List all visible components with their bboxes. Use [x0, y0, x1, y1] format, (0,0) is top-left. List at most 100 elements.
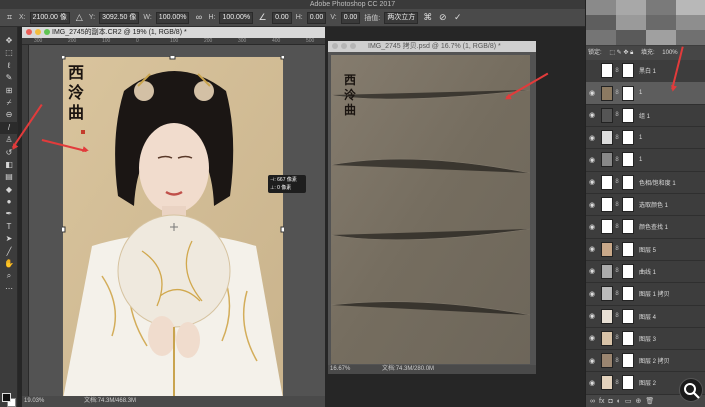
- quick-select-tool-icon[interactable]: ✎: [0, 72, 18, 84]
- x-field[interactable]: 2100.00 像: [29, 11, 70, 24]
- layer-mask-thumbnail[interactable]: [622, 286, 634, 302]
- eraser-tool-icon[interactable]: ◧: [0, 159, 18, 171]
- layer-mask-thumbnail[interactable]: [622, 85, 634, 101]
- mask-link-icon[interactable]: 8: [614, 68, 620, 74]
- layer-mask-thumbnail[interactable]: [622, 241, 634, 257]
- layer-thumbnail[interactable]: [601, 107, 613, 123]
- lock-icons[interactable]: ⬚ ✎ ✥ 🔒︎: [609, 50, 633, 56]
- layer-mask-thumbnail[interactable]: [622, 130, 634, 146]
- eye-icon[interactable]: ◉: [586, 357, 598, 365]
- mask-link-icon[interactable]: 8: [614, 157, 620, 163]
- layer-thumbnail[interactable]: [601, 263, 613, 279]
- layer-row[interactable]: ◉ 8 图层 2 拷贝: [586, 350, 705, 373]
- close-window-button[interactable]: [26, 29, 32, 35]
- document-window-1[interactable]: IMG_2745的副本.CR2 @ 19% (1, RGB/8) * 300 20…: [22, 27, 325, 407]
- layer-name[interactable]: 曲线 1: [639, 267, 656, 276]
- cancel-icon[interactable]: ⊘: [437, 12, 448, 23]
- h-field[interactable]: 100.00%: [219, 11, 254, 24]
- layer-row[interactable]: ◉ 8 组 1: [586, 105, 705, 128]
- layer-thumbnail[interactable]: [601, 219, 613, 235]
- layer-mask-thumbnail[interactable]: [622, 263, 634, 279]
- layer-name[interactable]: 1: [639, 135, 642, 141]
- minimize-window-button-2[interactable]: [341, 43, 347, 49]
- shape-tool-icon[interactable]: ╱: [0, 246, 18, 258]
- crop-tool-icon[interactable]: ⊞: [0, 85, 18, 97]
- y-field[interactable]: 3092.50 像: [99, 11, 140, 24]
- zoom-window-button[interactable]: [44, 29, 50, 35]
- layer-mask-thumbnail[interactable]: [622, 174, 634, 190]
- eye-icon[interactable]: ◉: [586, 201, 598, 209]
- blur-tool-icon[interactable]: ◆: [0, 184, 18, 196]
- layer-name[interactable]: 黑白 1: [639, 66, 656, 75]
- canvas-photo[interactable]: 西 泠 曲: [62, 56, 284, 404]
- layer-row[interactable]: ◉ 8 图层 5: [586, 238, 705, 261]
- layer-row[interactable]: ◉ 8 颜色查找 1: [586, 216, 705, 239]
- mask-link-icon[interactable]: 8: [614, 380, 620, 386]
- layer-mask-thumbnail[interactable]: [622, 375, 634, 391]
- minimize-window-button[interactable]: [35, 29, 41, 35]
- folder-icon[interactable]: ▭: [625, 397, 632, 405]
- layer-name[interactable]: 图层 1 拷贝: [639, 289, 670, 298]
- eye-icon[interactable]: ◉: [586, 290, 598, 298]
- layer-thumbnail[interactable]: [601, 241, 613, 257]
- eye-icon[interactable]: ◉: [586, 156, 598, 164]
- mask-icon[interactable]: ◘: [608, 398, 612, 405]
- mask-link-icon[interactable]: 8: [614, 112, 620, 118]
- hand-tool-icon[interactable]: ✋: [0, 258, 18, 270]
- layer-name[interactable]: 1: [639, 90, 642, 96]
- layer-row[interactable]: ◉ 8 图层 4: [586, 305, 705, 328]
- eye-icon[interactable]: ◉: [586, 245, 598, 253]
- mask-link-icon[interactable]: 8: [614, 202, 620, 208]
- layer-name[interactable]: 颜色查找 1: [639, 222, 668, 231]
- adjustment-icon[interactable]: ◐: [617, 398, 621, 405]
- layer-row[interactable]: 8 黑白 1: [586, 60, 705, 83]
- trash-icon[interactable]: 🗑︎: [645, 397, 654, 405]
- healing-tool-icon[interactable]: ⊖: [0, 109, 18, 121]
- mask-link-icon[interactable]: 8: [614, 90, 620, 96]
- layer-mask-thumbnail[interactable]: [622, 107, 634, 123]
- layer-mask-thumbnail[interactable]: [622, 197, 634, 213]
- eye-icon[interactable]: ◉: [586, 111, 598, 119]
- eye-icon[interactable]: ◉: [586, 379, 598, 387]
- mask-link-icon[interactable]: 8: [614, 358, 620, 364]
- layer-thumbnail[interactable]: [601, 63, 613, 79]
- layer-thumbnail[interactable]: [601, 197, 613, 213]
- eye-icon[interactable]: ◉: [586, 334, 598, 342]
- layer-thumbnail[interactable]: [601, 353, 613, 369]
- layer-row[interactable]: ◉ 8 曲线 1: [586, 261, 705, 284]
- layer-name[interactable]: 组 1: [639, 111, 650, 120]
- layer-thumbnail[interactable]: [601, 286, 613, 302]
- link-icon[interactable]: ∞: [590, 398, 595, 405]
- doc2-title-bar[interactable]: IMG_2745 拷贝.psd @ 16.7% (1, RGB/8) *: [328, 41, 536, 52]
- document-window-2[interactable]: IMG_2745 拷贝.psd @ 16.7% (1, RGB/8) * 西 泠…: [328, 41, 536, 374]
- layer-row[interactable]: ◉ 8 1: [586, 149, 705, 172]
- w-field[interactable]: 100.00%: [155, 11, 190, 24]
- layer-thumbnail[interactable]: [601, 152, 613, 168]
- gradient-tool-icon[interactable]: ▤: [0, 171, 18, 183]
- marquee-tool-icon[interactable]: ⬚: [0, 47, 18, 59]
- vskew-field[interactable]: 0.00: [340, 11, 361, 24]
- zoom-window-button-2[interactable]: [350, 43, 356, 49]
- fx-icon[interactable]: fx: [599, 398, 604, 405]
- layer-thumbnail[interactable]: [601, 308, 613, 324]
- hskew-field[interactable]: 0.00: [306, 11, 327, 24]
- layer-mask-thumbnail[interactable]: [622, 308, 634, 324]
- mask-link-icon[interactable]: 8: [614, 335, 620, 341]
- eye-icon[interactable]: ◉: [586, 178, 598, 186]
- interpolation-select[interactable]: 两次立方: [384, 11, 419, 24]
- layer-mask-thumbnail[interactable]: [622, 353, 634, 369]
- eye-icon[interactable]: ◉: [586, 267, 598, 275]
- layer-mask-thumbnail[interactable]: [622, 219, 634, 235]
- layer-row[interactable]: ◉ 8 图层 3: [586, 328, 705, 351]
- angle-field[interactable]: 0.00: [272, 11, 292, 24]
- layer-name[interactable]: 色相/饱和度 1: [639, 178, 676, 187]
- warp-icon[interactable]: ⌘: [422, 12, 433, 23]
- more-tools-icon[interactable]: ⋯: [0, 283, 18, 295]
- layer-thumbnail[interactable]: [601, 85, 613, 101]
- layer-thumbnail[interactable]: [601, 174, 613, 190]
- close-window-button-2[interactable]: [332, 43, 338, 49]
- vertical-ruler[interactable]: [22, 45, 29, 407]
- layer-name[interactable]: 图层 3: [639, 334, 656, 343]
- zoom-tool-icon[interactable]: ⌕: [0, 270, 18, 282]
- layer-mask-thumbnail[interactable]: [622, 152, 634, 168]
